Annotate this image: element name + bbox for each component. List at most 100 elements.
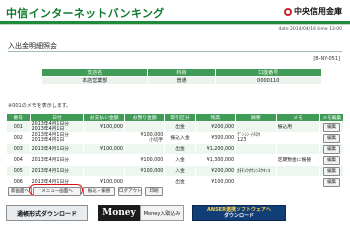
row-payment xyxy=(83,154,125,166)
col-memo: メモ xyxy=(275,113,321,122)
col-date: 日付 xyxy=(29,113,85,122)
row-deposit xyxy=(123,121,166,133)
memo-edit-cell: 編集 xyxy=(319,165,344,177)
row-description xyxy=(235,154,277,166)
memo-edit-button[interactable]: 編集 xyxy=(323,122,341,132)
money-import-banner[interactable]: Money入取込み xyxy=(140,205,184,221)
bank-brand: 中央信用金庫 xyxy=(284,6,342,17)
row-balance: ¥300,000 xyxy=(194,132,237,144)
memo-edit-button[interactable]: 編集 xyxy=(323,144,341,154)
row-balance: ¥1,300,000 xyxy=(194,154,237,166)
bank-name: 中央信用金庫 xyxy=(294,7,342,16)
row-memo xyxy=(275,176,321,188)
anser-download-banner[interactable]: ANSER連携ソフトウェアへ ダウンロード xyxy=(192,205,286,221)
passbook-download-banner[interactable]: 通帳形式ダウンロード xyxy=(6,205,88,221)
row-memo xyxy=(275,143,321,155)
col-subject: 科目 xyxy=(147,68,216,77)
row-type: 入金 xyxy=(164,165,196,177)
row-deposit: ¥100,000 xyxy=(123,154,166,166)
memo-edit-button[interactable]: 編集 xyxy=(323,166,341,176)
history-header: 番号 日付 お支払い金額 お預り金額 取引区分 残高 摘要 メモ メモ編集 xyxy=(6,113,344,122)
transfer-button[interactable]: 振込・振替 xyxy=(83,187,115,196)
history-table: 番号 日付 お支払い金額 お預り金額 取引区分 残高 摘要 メモ メモ編集 00… xyxy=(6,113,344,188)
header-bar-light xyxy=(0,24,350,25)
print-button[interactable]: 印刷 xyxy=(145,187,163,196)
memo-edit-cell: 編集 xyxy=(319,143,344,155)
row-number: 002 xyxy=(6,132,31,144)
row-date: 2013年4月1日分 2013年4月1日 xyxy=(29,132,85,144)
row-type: 入金 xyxy=(164,154,196,166)
row-deposit xyxy=(123,143,166,155)
col-description: 摘要 xyxy=(235,113,277,122)
table-row: 002 2013年4月1日分 2013年4月1日 ¥100,000 小切手 振込入金 ¥… xyxy=(6,132,344,144)
row-payment: ¥100,000 xyxy=(83,143,125,155)
account-number-value: 0000110 xyxy=(214,76,323,85)
row-balance: ¥200,000 xyxy=(194,165,237,177)
subject-value: 普通 xyxy=(147,76,216,85)
row-balance: ¥1,200,000 xyxy=(194,143,237,155)
row-description xyxy=(235,143,277,155)
row-payment: ¥100,000 xyxy=(83,176,125,188)
row-number: 005 xyxy=(6,165,31,177)
divider xyxy=(8,51,342,52)
row-number: 006 xyxy=(6,176,31,188)
memo-note: ※001のメモを表示します。 xyxy=(8,103,72,109)
row-memo xyxy=(275,132,321,144)
col-memo-edit: メモ編集 xyxy=(319,113,344,122)
row-memo xyxy=(275,165,321,177)
row-type: 振込入金 xyxy=(164,132,196,144)
bank-logo-icon xyxy=(284,7,292,16)
account-row: 本店営業部 普通 0000110 xyxy=(40,76,323,85)
screen-id: [B-NY-051] xyxy=(313,56,340,62)
row-memo: 振込用 xyxy=(275,121,321,133)
row-deposit: ¥100,000 小切手 xyxy=(123,132,166,144)
memo-edit-cell: 編集 xyxy=(319,154,344,166)
memo-edit-button[interactable]: 編集 xyxy=(323,133,341,143)
table-row: 005 2013年4月1日分 ¥100,000 入金 ¥200,000 ｶ)ﾁｭｳｵｳｼﾝ… xyxy=(6,165,344,177)
row-description xyxy=(235,176,277,188)
logout-button[interactable]: ログアウト xyxy=(118,187,142,196)
row-date: 2013年4月1日分 xyxy=(29,154,85,166)
col-deposit: お預り金額 xyxy=(123,113,166,122)
row-date: 2013年4月1日分 2013年4月1日 xyxy=(29,121,85,133)
row-number: 003 xyxy=(6,143,31,155)
page-title: 入出金明細照会 xyxy=(8,42,57,50)
row-balance: ¥100,000 xyxy=(194,176,237,188)
col-balance: 残高 xyxy=(194,113,237,122)
row-payment: ¥100,000 xyxy=(83,121,125,133)
row-description: ﾃﾞﾝｼﾝ ｲﾁﾛｳ 123 xyxy=(235,132,277,144)
row-payment xyxy=(83,132,125,144)
row-number: 001 xyxy=(6,121,31,133)
table-row: 001 2013年4月1日分 2013年4月1日 ¥100,000 出金 ¥200,00… xyxy=(6,121,344,133)
money-logo-banner[interactable]: Money xyxy=(98,205,140,221)
row-type: 出金 xyxy=(164,121,196,133)
col-payment: お支払い金額 xyxy=(83,113,125,122)
login-datetime: date 2014/04/16 time 13:00 xyxy=(278,27,342,32)
row-description xyxy=(235,121,277,133)
table-row: 003 2013年4月1日分 ¥100,000 出金 ¥1,200,000 編集 xyxy=(6,143,344,155)
app-title: 中信インターネットバンキング xyxy=(6,7,165,20)
row-type: 出金 xyxy=(164,143,196,155)
table-row: 004 2013年4月1日分 ¥100,000 入金 ¥1,300,000 定期預金に振替… xyxy=(6,154,344,166)
anser-banner-line2: ダウンロード xyxy=(223,213,254,219)
memo-edit-cell: 編集 xyxy=(319,132,344,144)
memo-edit-button[interactable]: 編集 xyxy=(323,155,341,165)
row-date: 2013年4月1日分 xyxy=(29,165,85,177)
menu-button[interactable]: メニュー画面へ xyxy=(33,187,81,196)
row-deposit: ¥100,000 xyxy=(123,165,166,177)
row-description: ｶ)ﾁｭｳｵｳｼﾝﾖｳｷﾝｺ xyxy=(235,165,277,177)
col-type: 取引区分 xyxy=(164,113,196,122)
account-table: 支店名 科目 口座番号 本店営業部 普通 0000110 xyxy=(40,68,323,85)
row-payment xyxy=(83,165,125,177)
memo-edit-cell: 編集 xyxy=(319,121,344,133)
col-branch: 支店名 xyxy=(40,68,149,77)
row-memo: 定期預金に振替 xyxy=(275,154,321,166)
account-table-header: 支店名 科目 口座番号 xyxy=(40,68,323,77)
memo-edit-button[interactable]: 編集 xyxy=(323,177,341,187)
col-no: 番号 xyxy=(6,113,31,122)
branch-value: 本店営業部 xyxy=(40,76,149,85)
memo-edit-cell: 編集 xyxy=(319,176,344,188)
row-date: 2013年4月1日分 xyxy=(29,143,85,155)
row-type: 出金 xyxy=(164,176,196,188)
col-account-number: 口座番号 xyxy=(214,68,323,77)
